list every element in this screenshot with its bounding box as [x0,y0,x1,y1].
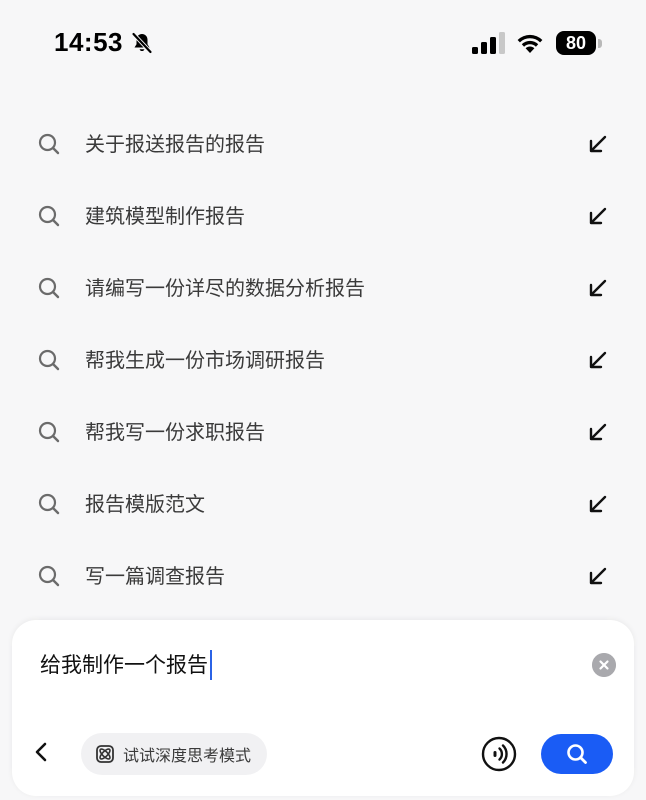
suggestion-label: 关于报送报告的报告 [85,132,265,156]
search-icon [38,421,60,443]
battery-icon: 80 [556,31,602,55]
suggestion-item[interactable]: 写一篇调查报告 [0,540,646,612]
suggestion-item[interactable]: 帮我生成一份市场调研报告 [0,324,646,396]
search-icon [38,349,60,371]
deep-think-mode-button[interactable]: 试试深度思考模式 [81,733,268,775]
battery-cap [598,39,602,48]
search-input-panel: 给我制作一个报告 试试深度思考模式 [12,620,634,796]
arrow-down-left-icon[interactable] [586,204,610,228]
suggestion-label: 建筑模型制作报告 [85,204,245,228]
status-bar: 14:53 80 [0,0,646,88]
arrow-down-left-icon[interactable] [586,276,610,300]
status-time: 14:53 [54,27,123,57]
suggestion-list: 关于报送报告的报告 建筑模型制作报告 请编写一份详尽的数据分析报告 帮我生成一份… [0,108,646,612]
search-input-value: 给我制作一个报告 [40,653,208,677]
suggestion-item[interactable]: 关于报送报告的报告 [0,108,646,180]
arrow-down-left-icon[interactable] [586,348,610,372]
arrow-down-left-icon[interactable] [586,420,610,444]
search-icon [38,493,60,515]
search-icon [38,205,60,227]
deep-think-label: 试试深度思考模式 [123,746,252,765]
search-icon [38,133,60,155]
search-submit-button[interactable] [541,734,613,774]
battery-level: 80 [556,31,596,55]
arrow-down-left-icon[interactable] [586,564,610,588]
wifi-icon [517,34,543,53]
search-icon [38,565,60,587]
search-icon [567,744,587,764]
suggestion-label: 帮我写一份求职报告 [85,420,265,444]
clear-icon[interactable] [592,653,616,677]
voice-input-icon[interactable] [481,736,517,772]
suggestion-item[interactable]: 请编写一份详尽的数据分析报告 [0,252,646,324]
suggestion-item[interactable]: 建筑模型制作报告 [0,180,646,252]
suggestion-item[interactable]: 报告模版范文 [0,468,646,540]
bell-slash-icon [132,32,152,54]
search-icon [38,277,60,299]
search-input[interactable]: 给我制作一个报告 [40,650,212,680]
suggestion-item[interactable]: 帮我写一份求职报告 [0,396,646,468]
suggestion-label: 写一篇调查报告 [85,564,225,588]
chevron-left-icon[interactable] [30,740,54,764]
deep-think-icon [96,745,114,763]
suggestion-label: 帮我生成一份市场调研报告 [85,348,325,372]
text-caret [210,650,212,680]
cellular-signal-icon [472,32,505,54]
arrow-down-left-icon[interactable] [586,492,610,516]
arrow-down-left-icon[interactable] [586,132,610,156]
suggestion-label: 报告模版范文 [85,492,205,516]
suggestion-label: 请编写一份详尽的数据分析报告 [85,276,365,300]
